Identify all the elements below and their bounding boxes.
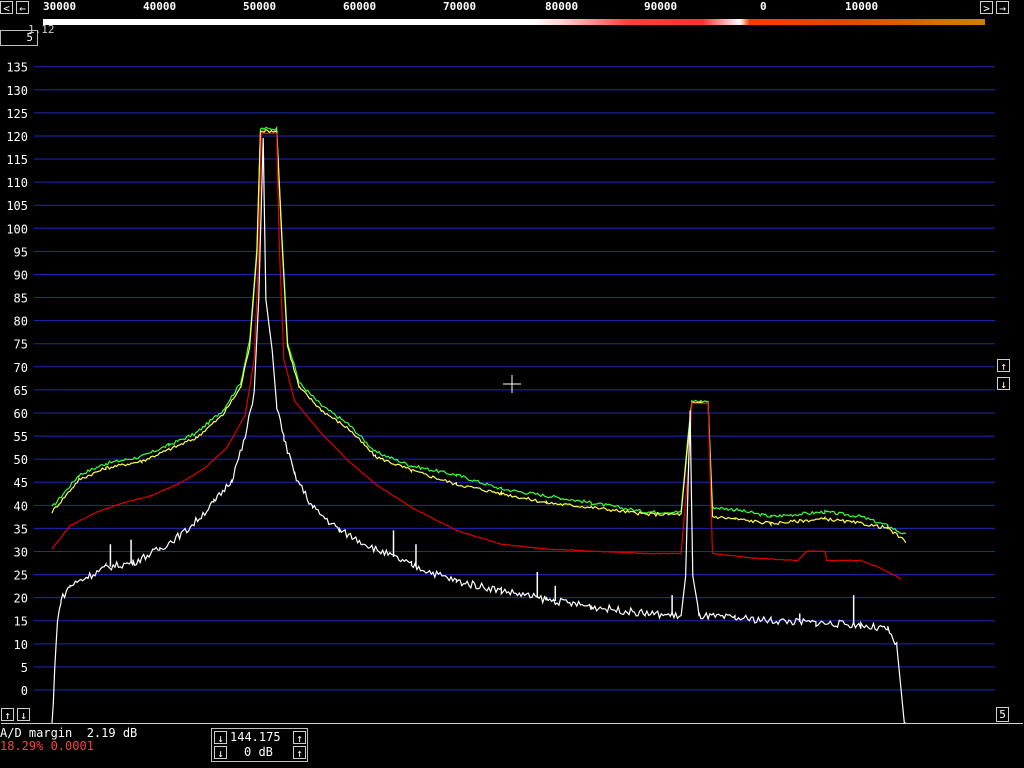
y-tick-label: 75 (14, 338, 28, 352)
red-trace (51, 132, 902, 580)
gain-up-button[interactable]: ↑ (293, 746, 306, 760)
y-tick-label: 105 (6, 199, 28, 213)
y-tick-label: 45 (14, 476, 28, 490)
y-tick-label: 120 (6, 130, 28, 144)
y-tick-label: 125 (6, 107, 28, 121)
offset-down-button[interactable]: ↓ (17, 708, 30, 722)
y-tick-label: 90 (14, 268, 28, 282)
y-tick-label: 115 (6, 153, 28, 167)
y-tick-label: 30 (14, 545, 28, 559)
y-tick-label: 135 (6, 61, 28, 75)
y-tick-label: 100 (6, 222, 28, 236)
bottom-divider (1, 723, 1023, 724)
y-tick-label: 15 (14, 615, 28, 629)
stats-text: 18.29% 0.0001 (0, 739, 94, 753)
y-tick-label: 0 (21, 684, 28, 698)
y-tick-label: 35 (14, 522, 28, 536)
right-box-label: 5 (999, 708, 1006, 721)
y-tick-label: 70 (14, 361, 28, 375)
scale-up-button[interactable]: ↑ (997, 359, 1010, 373)
gain-value[interactable]: 0 dB (244, 746, 273, 759)
y-tick-label: 25 (14, 569, 28, 583)
freq-down-button[interactable]: ↓ (214, 731, 227, 745)
y-tick-label: 5 (21, 661, 28, 675)
y-tick-label: 40 (14, 499, 28, 513)
freq-gain-control: ↓ ↑ 144.175 ↓ ↑ 0 dB (211, 728, 308, 762)
right-box[interactable]: 5 (996, 707, 1009, 722)
scale-down-button[interactable]: ↓ (997, 377, 1010, 391)
y-tick-label: 60 (14, 407, 28, 421)
spectrum-plot[interactable]: 1351301251201151101051009590858075706560… (0, 0, 1024, 768)
y-tick-label: 95 (14, 245, 28, 259)
y-tick-label: 55 (14, 430, 28, 444)
y-tick-label: 50 (14, 453, 28, 467)
gain-down-button[interactable]: ↓ (214, 746, 227, 760)
y-tick-label: 130 (6, 84, 28, 98)
y-tick-label: 10 (14, 638, 28, 652)
y-tick-label: 110 (6, 176, 28, 190)
offset-up-button[interactable]: ↑ (1, 708, 14, 722)
freq-up-button[interactable]: ↑ (293, 731, 306, 745)
y-tick-label: 80 (14, 315, 28, 329)
green-trace (51, 125, 907, 535)
y-tick-label: 20 (14, 592, 28, 606)
y-tick-label: 65 (14, 384, 28, 398)
freq-value[interactable]: 144.175 (230, 731, 281, 744)
y-tick-label: 85 (14, 292, 28, 306)
white-trace (51, 137, 906, 724)
